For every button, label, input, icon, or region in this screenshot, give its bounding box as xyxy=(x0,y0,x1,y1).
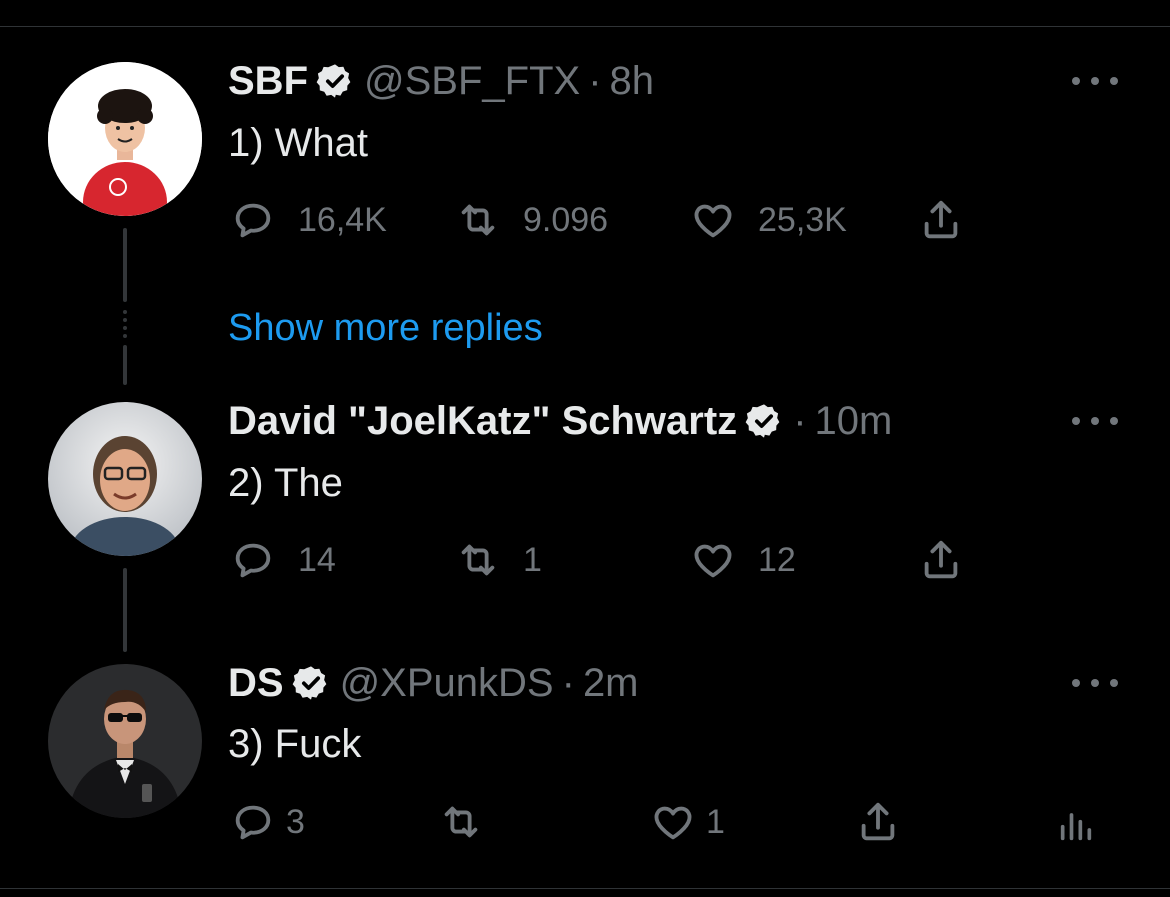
tweet-2-more-icon[interactable] xyxy=(1072,414,1118,428)
tweet-1-name[interactable]: SBF xyxy=(228,57,308,105)
tweet-3-share-button[interactable] xyxy=(855,799,901,845)
tweet-1-more-icon[interactable] xyxy=(1072,74,1118,88)
tweet-2-like-button[interactable]: 12 xyxy=(690,537,796,583)
heart-icon xyxy=(654,806,692,840)
show-more-replies-link[interactable]: Show more replies xyxy=(228,305,543,351)
tweet-1-retweet-button[interactable]: 9.096 xyxy=(455,197,608,243)
tweet-3-handle[interactable]: @XPunkDS xyxy=(340,659,554,707)
reply-icon xyxy=(235,203,271,238)
tweet-3-header: DS @XPunkDS · 2m xyxy=(228,659,639,707)
separator-dot: · xyxy=(588,59,602,103)
avatar-david-schwartz[interactable] xyxy=(48,402,202,556)
retweet-icon xyxy=(461,544,495,576)
reply-count: 3 xyxy=(286,802,305,841)
like-count: 1 xyxy=(706,802,725,841)
tweet-3-reply-button[interactable]: 3 xyxy=(230,799,305,845)
tweet-3-analytics-button[interactable] xyxy=(1056,805,1096,845)
retweet-count: 1 xyxy=(523,540,542,579)
separator-dot: · xyxy=(793,399,807,443)
verified-badge-icon xyxy=(292,666,326,700)
avatar-sbf[interactable] xyxy=(48,62,202,216)
verified-badge-icon xyxy=(745,404,780,438)
bottom-divider xyxy=(0,888,1170,889)
tweet-2-text: 2) The xyxy=(228,461,343,505)
heart-icon xyxy=(694,544,732,578)
retweet-icon xyxy=(461,204,495,236)
tweet-1-share-button[interactable] xyxy=(918,197,964,243)
tweet-3-more-icon[interactable] xyxy=(1072,676,1118,690)
reply-count: 14 xyxy=(298,540,336,579)
tweet-3-like-button[interactable]: 1 xyxy=(650,799,725,845)
top-divider xyxy=(0,26,1170,27)
heart-icon xyxy=(694,204,732,238)
reply-icon xyxy=(235,805,271,840)
avatar-ds[interactable] xyxy=(48,664,202,818)
tweet-3-retweet-button[interactable] xyxy=(438,799,506,845)
tweet-1-reply-button[interactable]: 16,4K xyxy=(230,197,387,243)
avatar-cartoon-icon xyxy=(48,62,202,216)
reply-icon xyxy=(235,543,271,578)
tweet-1-text: 1) What xyxy=(228,121,369,165)
avatar-man-glasses-icon xyxy=(48,402,202,556)
tweet-2-reply-button[interactable]: 14 xyxy=(230,537,336,583)
share-icon xyxy=(861,802,895,841)
tweet-2-name[interactable]: David "JoelKatz" Schwartz xyxy=(228,397,737,445)
reply-count: 16,4K xyxy=(298,200,387,239)
thread-line xyxy=(123,228,127,302)
analytics-icon xyxy=(1060,813,1092,841)
tweet-1-time[interactable]: 8h xyxy=(610,57,655,105)
retweet-icon xyxy=(444,806,478,838)
tweet-2-time[interactable]: 10m xyxy=(815,397,893,445)
tweet-3-name[interactable]: DS xyxy=(228,659,284,707)
thread-line xyxy=(123,568,127,652)
like-count: 12 xyxy=(758,540,796,579)
share-icon xyxy=(924,540,958,579)
thread-line xyxy=(123,345,127,385)
thread-dots xyxy=(123,310,127,342)
share-icon xyxy=(924,200,958,239)
tweet-2-retweet-button[interactable]: 1 xyxy=(455,537,542,583)
tweet-2-share-button[interactable] xyxy=(918,537,964,583)
tweet-3-text: 3) Fuck xyxy=(228,722,362,766)
verified-badge-icon xyxy=(316,64,351,98)
tweet-1-header: SBF @SBF_FTX · 8h xyxy=(228,57,654,105)
tweet-1-handle[interactable]: @SBF_FTX xyxy=(364,57,580,105)
tweet-3-time[interactable]: 2m xyxy=(583,659,639,707)
avatar-man-tuxedo-icon xyxy=(48,664,202,818)
retweet-count: 9.096 xyxy=(523,200,609,239)
like-count: 25,3K xyxy=(758,200,847,239)
tweet-2-header: David "JoelKatz" Schwartz · 10m xyxy=(228,397,892,445)
tweet-1-like-button[interactable]: 25,3K xyxy=(690,197,847,243)
separator-dot: · xyxy=(561,661,575,705)
